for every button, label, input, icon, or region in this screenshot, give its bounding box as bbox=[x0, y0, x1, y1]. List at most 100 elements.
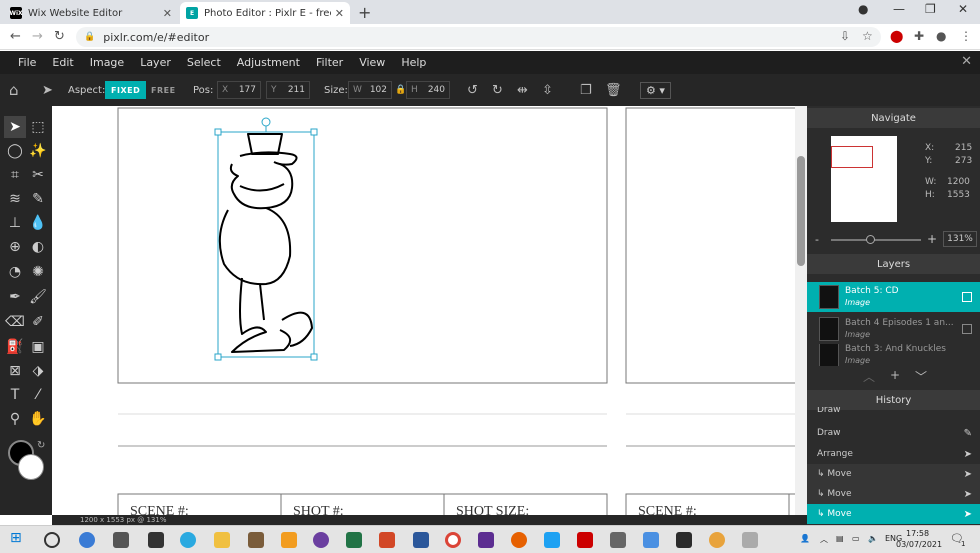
blur-tool-icon[interactable]: 💧 bbox=[27, 212, 49, 234]
rotate-right-icon[interactable]: ↻ bbox=[492, 74, 503, 106]
pos-y-field[interactable]: Y 211 bbox=[266, 81, 310, 99]
history-item[interactable]: Arrange ➤ bbox=[807, 444, 980, 464]
forward-icon[interactable]: → bbox=[32, 29, 43, 44]
sticker-tool-icon[interactable]: ⬗ bbox=[27, 360, 49, 382]
size-height-field[interactable]: H 240 bbox=[406, 81, 450, 99]
history-item[interactable]: ↳ Move ➤ bbox=[807, 484, 980, 504]
liquify-tool-icon[interactable]: ≋ bbox=[4, 188, 26, 210]
fill-tool-icon[interactable]: ⛽ bbox=[4, 336, 26, 358]
clock-date[interactable]: 03/07/2021 bbox=[896, 540, 942, 549]
app-icon[interactable] bbox=[478, 532, 494, 548]
install-icon[interactable]: ⇩ bbox=[840, 29, 850, 43]
app-icon[interactable] bbox=[676, 532, 692, 548]
url-input[interactable]: 🔒 pixlr.com/e/#editor bbox=[76, 27, 881, 47]
layer-visibility-checkbox[interactable] bbox=[962, 292, 972, 302]
clock-time[interactable]: 17:58 bbox=[906, 529, 929, 538]
tab-wix-editor[interactable]: WiX Wix Website Editor ✕ bbox=[4, 2, 178, 24]
zoom-in-button[interactable]: + bbox=[927, 232, 937, 246]
lock-ratio-icon[interactable]: 🔒 bbox=[395, 74, 406, 106]
app-icon[interactable] bbox=[544, 532, 560, 548]
marquee-tool-icon[interactable]: ⬚ bbox=[27, 116, 49, 138]
arrange-tool-icon[interactable]: ➤ bbox=[4, 116, 26, 138]
flip-horizontal-icon[interactable]: ⇹ bbox=[517, 74, 528, 106]
ie-icon[interactable] bbox=[180, 532, 196, 548]
start-menu-icon[interactable]: ⊞ bbox=[10, 530, 26, 546]
layer-menu-chevron-icon[interactable]: ﹀ bbox=[915, 368, 927, 385]
network-icon[interactable]: ▤ bbox=[836, 534, 844, 543]
shape-tool-icon[interactable]: ⊠ bbox=[4, 360, 26, 382]
chrome-icon[interactable] bbox=[445, 532, 461, 548]
clone-tool-icon[interactable]: ⊥ bbox=[4, 212, 26, 234]
navigator-thumbnail[interactable] bbox=[831, 136, 897, 222]
restore-icon[interactable]: ❐ bbox=[925, 2, 936, 16]
swap-colors-icon[interactable]: ↻ bbox=[37, 440, 45, 451]
lasso-tool-icon[interactable]: ◯ bbox=[4, 140, 26, 162]
layer-up-icon[interactable]: ︿ bbox=[863, 368, 875, 385]
task-view-icon[interactable] bbox=[113, 532, 129, 548]
wand-tool-icon[interactable]: ✨ bbox=[27, 140, 49, 162]
aspect-free-button[interactable]: FREE bbox=[145, 81, 182, 99]
browser-menu-icon[interactable]: ⋮ bbox=[960, 29, 972, 43]
zoom-field[interactable]: 131% bbox=[943, 231, 977, 247]
profile-dot-icon[interactable]: ● bbox=[858, 2, 868, 16]
history-item[interactable]: ↳ Move ➤ bbox=[807, 464, 980, 484]
zoom-tool-icon[interactable]: ⚲ bbox=[4, 408, 26, 430]
app-icon[interactable] bbox=[379, 532, 395, 548]
history-item-selected[interactable]: ↳ Move ➤ bbox=[807, 504, 980, 524]
history-item[interactable]: Draw bbox=[807, 407, 980, 415]
menu-view[interactable]: View bbox=[351, 56, 393, 69]
menu-adjustment[interactable]: Adjustment bbox=[229, 56, 308, 69]
minimize-icon[interactable]: — bbox=[893, 2, 905, 16]
layer-item[interactable]: Batch 4 Episodes 1 an... Image bbox=[807, 314, 980, 344]
search-icon[interactable] bbox=[44, 532, 60, 548]
close-editor-icon[interactable]: ✕ bbox=[961, 54, 972, 69]
gradient-tool-icon[interactable]: ▣ bbox=[27, 336, 49, 358]
flip-vertical-icon[interactable]: ⇳ bbox=[542, 74, 553, 106]
menu-image[interactable]: Image bbox=[82, 56, 132, 69]
close-window-icon[interactable]: ✕ bbox=[958, 2, 968, 16]
menu-select[interactable]: Select bbox=[179, 56, 229, 69]
menu-edit[interactable]: Edit bbox=[44, 56, 81, 69]
pen-tool-icon[interactable]: ✒ bbox=[4, 286, 26, 308]
app-icon[interactable] bbox=[709, 532, 725, 548]
app-icon[interactable] bbox=[148, 532, 164, 548]
navigator-viewport[interactable] bbox=[831, 146, 873, 168]
volume-icon[interactable]: 🔈 bbox=[868, 534, 878, 543]
back-icon[interactable]: ← bbox=[10, 29, 21, 44]
profile-avatar-icon[interactable]: ● bbox=[936, 29, 946, 43]
duplicate-icon[interactable]: ❐ bbox=[580, 74, 592, 106]
crop-tool-icon[interactable]: ⌗ bbox=[4, 164, 26, 186]
background-color-swatch[interactable] bbox=[18, 454, 44, 480]
text-tool-icon[interactable]: T bbox=[4, 384, 26, 406]
excel-icon[interactable] bbox=[346, 532, 362, 548]
sponge-tool-icon[interactable]: ⊕ bbox=[4, 236, 26, 258]
menu-help[interactable]: Help bbox=[393, 56, 434, 69]
bookmark-star-icon[interactable]: ☆ bbox=[862, 29, 873, 43]
cutout-tool-icon[interactable]: ✂ bbox=[27, 164, 49, 186]
app-icon[interactable] bbox=[281, 532, 297, 548]
scrollbar-thumb[interactable] bbox=[797, 156, 805, 266]
canvas-area[interactable]: SCENE #: SHOT #: SHOT SIZE: SCENE #: bbox=[52, 106, 795, 515]
close-tab-icon[interactable]: ✕ bbox=[335, 7, 344, 20]
burn-tool-icon[interactable]: ✺ bbox=[27, 261, 49, 283]
tab-pixlr-editor[interactable]: E Photo Editor : Pixlr E - free image ✕ bbox=[180, 2, 350, 24]
close-tab-icon[interactable]: ✕ bbox=[163, 7, 172, 20]
app-icon[interactable] bbox=[248, 532, 264, 548]
zoom-out-button[interactable]: - bbox=[815, 233, 819, 246]
size-width-field[interactable]: W 102 bbox=[348, 81, 392, 99]
word-icon[interactable] bbox=[413, 532, 429, 548]
eraser-tool-icon[interactable]: ⌫ bbox=[4, 311, 26, 333]
extension-icon[interactable]: ⬤ bbox=[890, 29, 903, 43]
delete-icon[interactable]: 🗑 bbox=[605, 74, 622, 106]
pos-x-field[interactable]: X 177 bbox=[217, 81, 261, 99]
menu-filter[interactable]: Filter bbox=[308, 56, 351, 69]
vertical-scrollbar[interactable] bbox=[795, 106, 807, 515]
brush-tool-icon[interactable]: 🖌 bbox=[27, 286, 49, 308]
file-explorer-icon[interactable] bbox=[214, 532, 230, 548]
dodge-tool-icon[interactable]: ◐ bbox=[27, 236, 49, 258]
app-icon[interactable] bbox=[313, 532, 329, 548]
menu-file[interactable]: File bbox=[0, 56, 44, 69]
aspect-fixed-button[interactable]: FIXED bbox=[105, 81, 147, 99]
history-item[interactable]: Draw ✎ bbox=[807, 423, 980, 443]
app-icon[interactable] bbox=[577, 532, 593, 548]
